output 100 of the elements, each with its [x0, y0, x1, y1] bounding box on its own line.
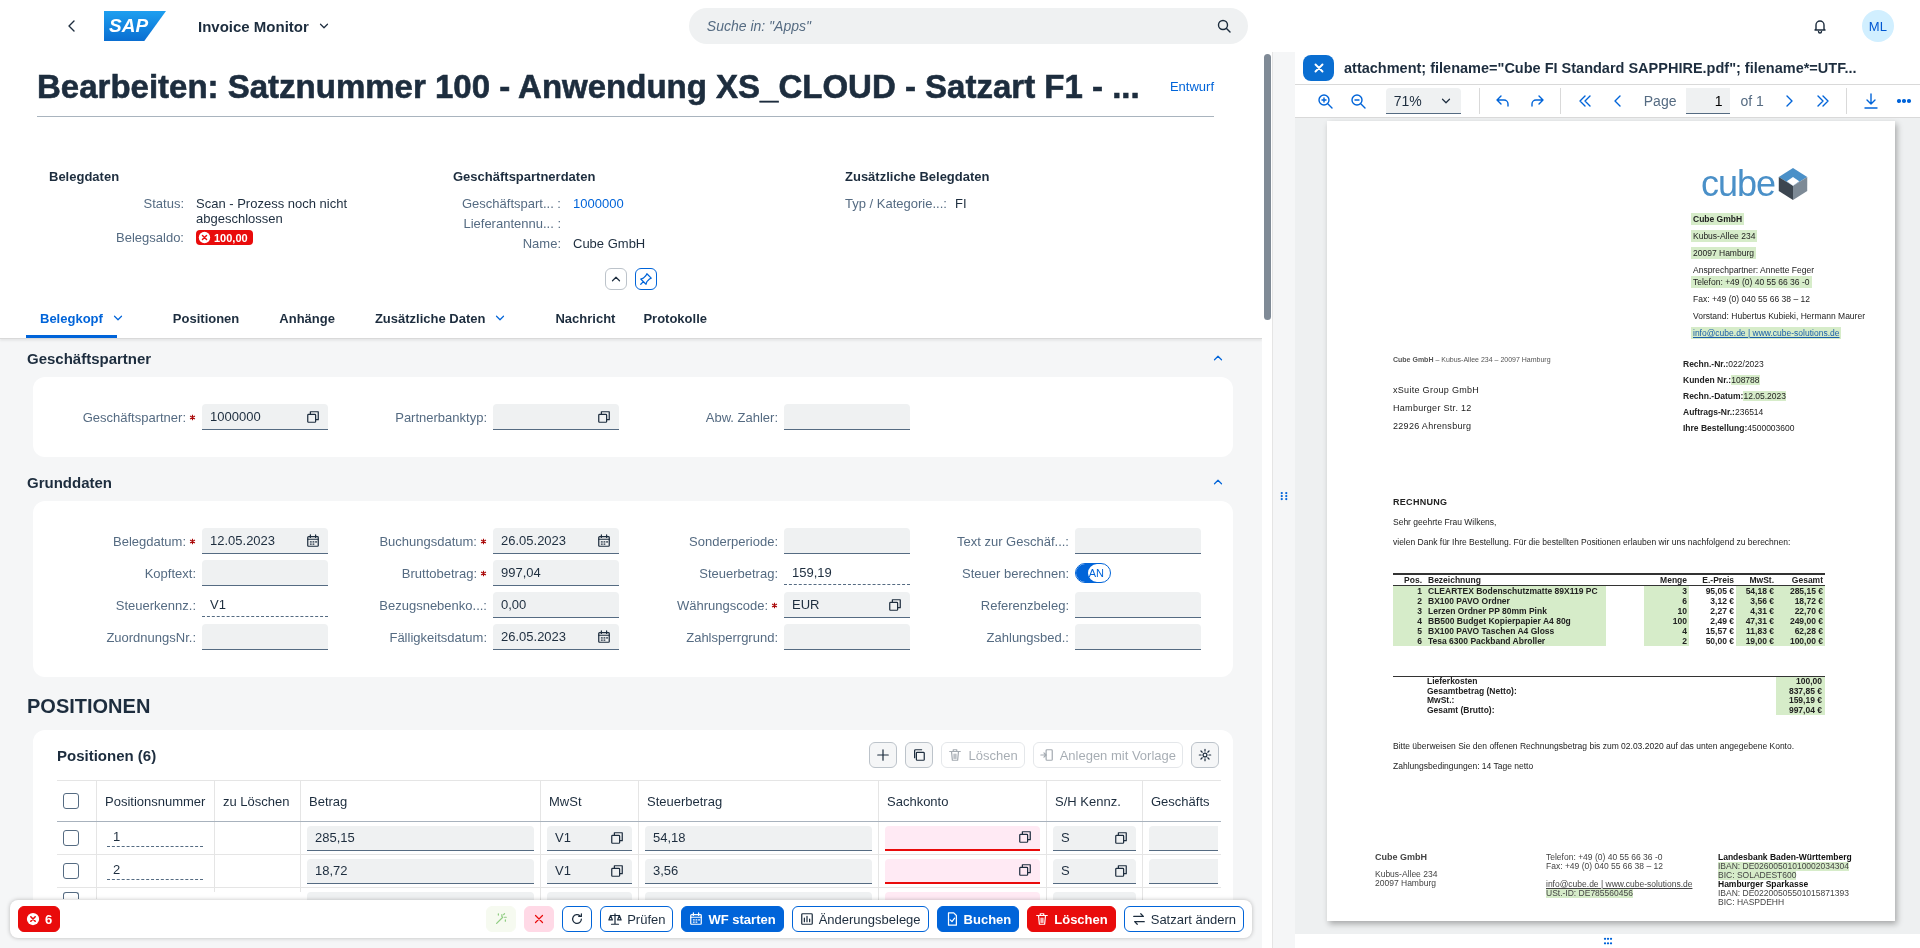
input-field[interactable]: 12.05.2023 [202, 528, 328, 554]
input-field[interactable]: 3,56 [645, 858, 872, 884]
input-field[interactable]: 18,72 [307, 858, 534, 884]
input-field[interactable]: 997,04 [493, 560, 619, 586]
table-cell: 1 [1393, 586, 1424, 596]
input-field[interactable] [493, 404, 619, 430]
tab[interactable]: Protokolle [629, 298, 721, 338]
refresh-button[interactable] [562, 906, 593, 932]
input-field[interactable] [784, 624, 910, 650]
footer-line: BIC: HASPDEHH [1718, 898, 1785, 907]
input-field[interactable]: 1000000 [202, 404, 328, 430]
user-avatar[interactable]: ML [1861, 10, 1894, 42]
input-field[interactable] [645, 892, 872, 900]
close-button[interactable] [1303, 55, 1334, 81]
pin-header-button[interactable] [635, 268, 657, 290]
input-field[interactable] [307, 892, 534, 900]
table-cell: 100 [1644, 616, 1689, 626]
start-workflow-button[interactable]: WF starten [681, 906, 784, 932]
settings-button[interactable] [1191, 742, 1219, 768]
input-field[interactable]: S [1053, 858, 1136, 884]
collapse-header-button[interactable] [605, 268, 627, 290]
copy-button[interactable] [905, 742, 934, 768]
input-field[interactable]: V1 [547, 858, 632, 884]
input-field[interactable] [784, 404, 910, 430]
input-field[interactable] [1149, 858, 1218, 884]
input-field[interactable]: 26.05.2023 [493, 528, 619, 554]
tab[interactable]: Positionen [158, 298, 254, 338]
input-field[interactable]: EUR [784, 592, 910, 618]
footer-line: Fax: +49 (0) 040 55 66 38 – 12 [1546, 862, 1663, 871]
input-field[interactable] [202, 560, 328, 586]
input-field[interactable]: 54,18 [645, 825, 872, 851]
input-field[interactable]: 159,19 [784, 561, 910, 585]
input-field[interactable] [1149, 825, 1218, 851]
delete-button[interactable]: Löschen [1027, 906, 1116, 932]
input-field[interactable] [202, 624, 328, 650]
column-header: Pos. [1403, 575, 1423, 585]
field-label: Zahlungsbed.: [986, 629, 1069, 645]
input-field[interactable] [547, 892, 632, 900]
field-label: Status: [142, 196, 184, 212]
input-field[interactable] [885, 892, 1040, 900]
zoom-select[interactable]: 71% [1385, 88, 1461, 114]
add-button[interactable] [869, 742, 898, 768]
field-label: Bezugsnebenko...: [379, 597, 487, 613]
input-field[interactable]: V1 [202, 593, 328, 617]
tab[interactable]: Zusätzliche Daten [360, 298, 500, 338]
cancel-button[interactable] [524, 906, 555, 932]
scrollbar[interactable] [1264, 54, 1271, 320]
scale-icon [608, 912, 623, 926]
section-title: Geschäftspartner [27, 349, 152, 367]
app-title-menu[interactable]: Invoice Monitor [192, 16, 337, 36]
table-cell: 11,83 € [1736, 626, 1776, 636]
row-checkbox[interactable] [63, 863, 79, 879]
post-button[interactable]: Buchen [936, 906, 1020, 932]
table-cell: 62,28 € [1776, 626, 1825, 636]
input-field[interactable] [1075, 592, 1201, 618]
check-button[interactable]: Prüfen [600, 906, 674, 932]
undo-icon [1495, 93, 1512, 109]
change-log-button[interactable]: Änderungsbelege [791, 906, 929, 932]
row-checkbox[interactable] [63, 892, 79, 899]
search-field[interactable]: Suche in: "Apps" [688, 8, 1248, 44]
input-field[interactable]: 0,00 [493, 592, 619, 618]
change-type-button[interactable]: Satzart ändern [1123, 906, 1244, 932]
table-cell: CLEARTEX Bodenschutzmatte 89X119 PC [1424, 586, 1606, 596]
row-checkbox[interactable] [63, 830, 79, 846]
input-field[interactable]: V1 [547, 825, 632, 851]
table-cell: 100,00 € [1776, 636, 1825, 646]
partner-link[interactable]: 1000000 [573, 196, 773, 211]
column-header: Steuerbetrag [639, 781, 879, 821]
column-header: Positionsnummer [97, 781, 215, 821]
select-all-checkbox[interactable] [63, 793, 79, 809]
field-label: Fälligkeitsdatum: [389, 629, 487, 645]
error-count-button[interactable]: 6 [18, 906, 61, 932]
toggle-switch[interactable]: AN [1075, 563, 1111, 583]
input-field[interactable] [1053, 892, 1136, 900]
input-field[interactable] [1075, 528, 1201, 554]
pin-icon [639, 272, 653, 286]
salutation: Sehr geehrte Frau Wilkens, [1393, 517, 1498, 527]
tab[interactable]: Belegkopf [26, 298, 117, 338]
trash-icon [1035, 912, 1050, 926]
table-cell: 10 [1644, 606, 1689, 616]
input-field[interactable]: S [1053, 825, 1136, 851]
input-field[interactable]: 285,15 [307, 825, 534, 851]
table-cell-text: 50,00 € [1704, 636, 1735, 646]
input-field[interactable] [885, 825, 1040, 851]
recipient-line: 22926 Ahrensburg [1393, 421, 1473, 431]
field-label: Währungscode: [676, 597, 768, 613]
total-value: 997,04 € [1776, 705, 1825, 715]
calendar-icon [597, 533, 611, 548]
input-field[interactable] [784, 528, 910, 554]
input-field[interactable] [1075, 624, 1201, 650]
tab[interactable]: Anhänge [265, 298, 349, 338]
tab[interactable]: Nachricht [541, 298, 630, 338]
table-cell: 2 [107, 862, 203, 880]
input-field[interactable] [885, 858, 1040, 884]
field-label: Buchungsdatum: [379, 533, 477, 549]
info-value: 4500003600 [1747, 423, 1795, 433]
page-input[interactable]: 1 [1686, 88, 1731, 114]
sender-line: Ansprechpartner: Annette Feger [1692, 264, 1815, 276]
field-label: Geschäftspart... : [461, 196, 561, 212]
input-field[interactable]: 26.05.2023 [493, 624, 619, 650]
